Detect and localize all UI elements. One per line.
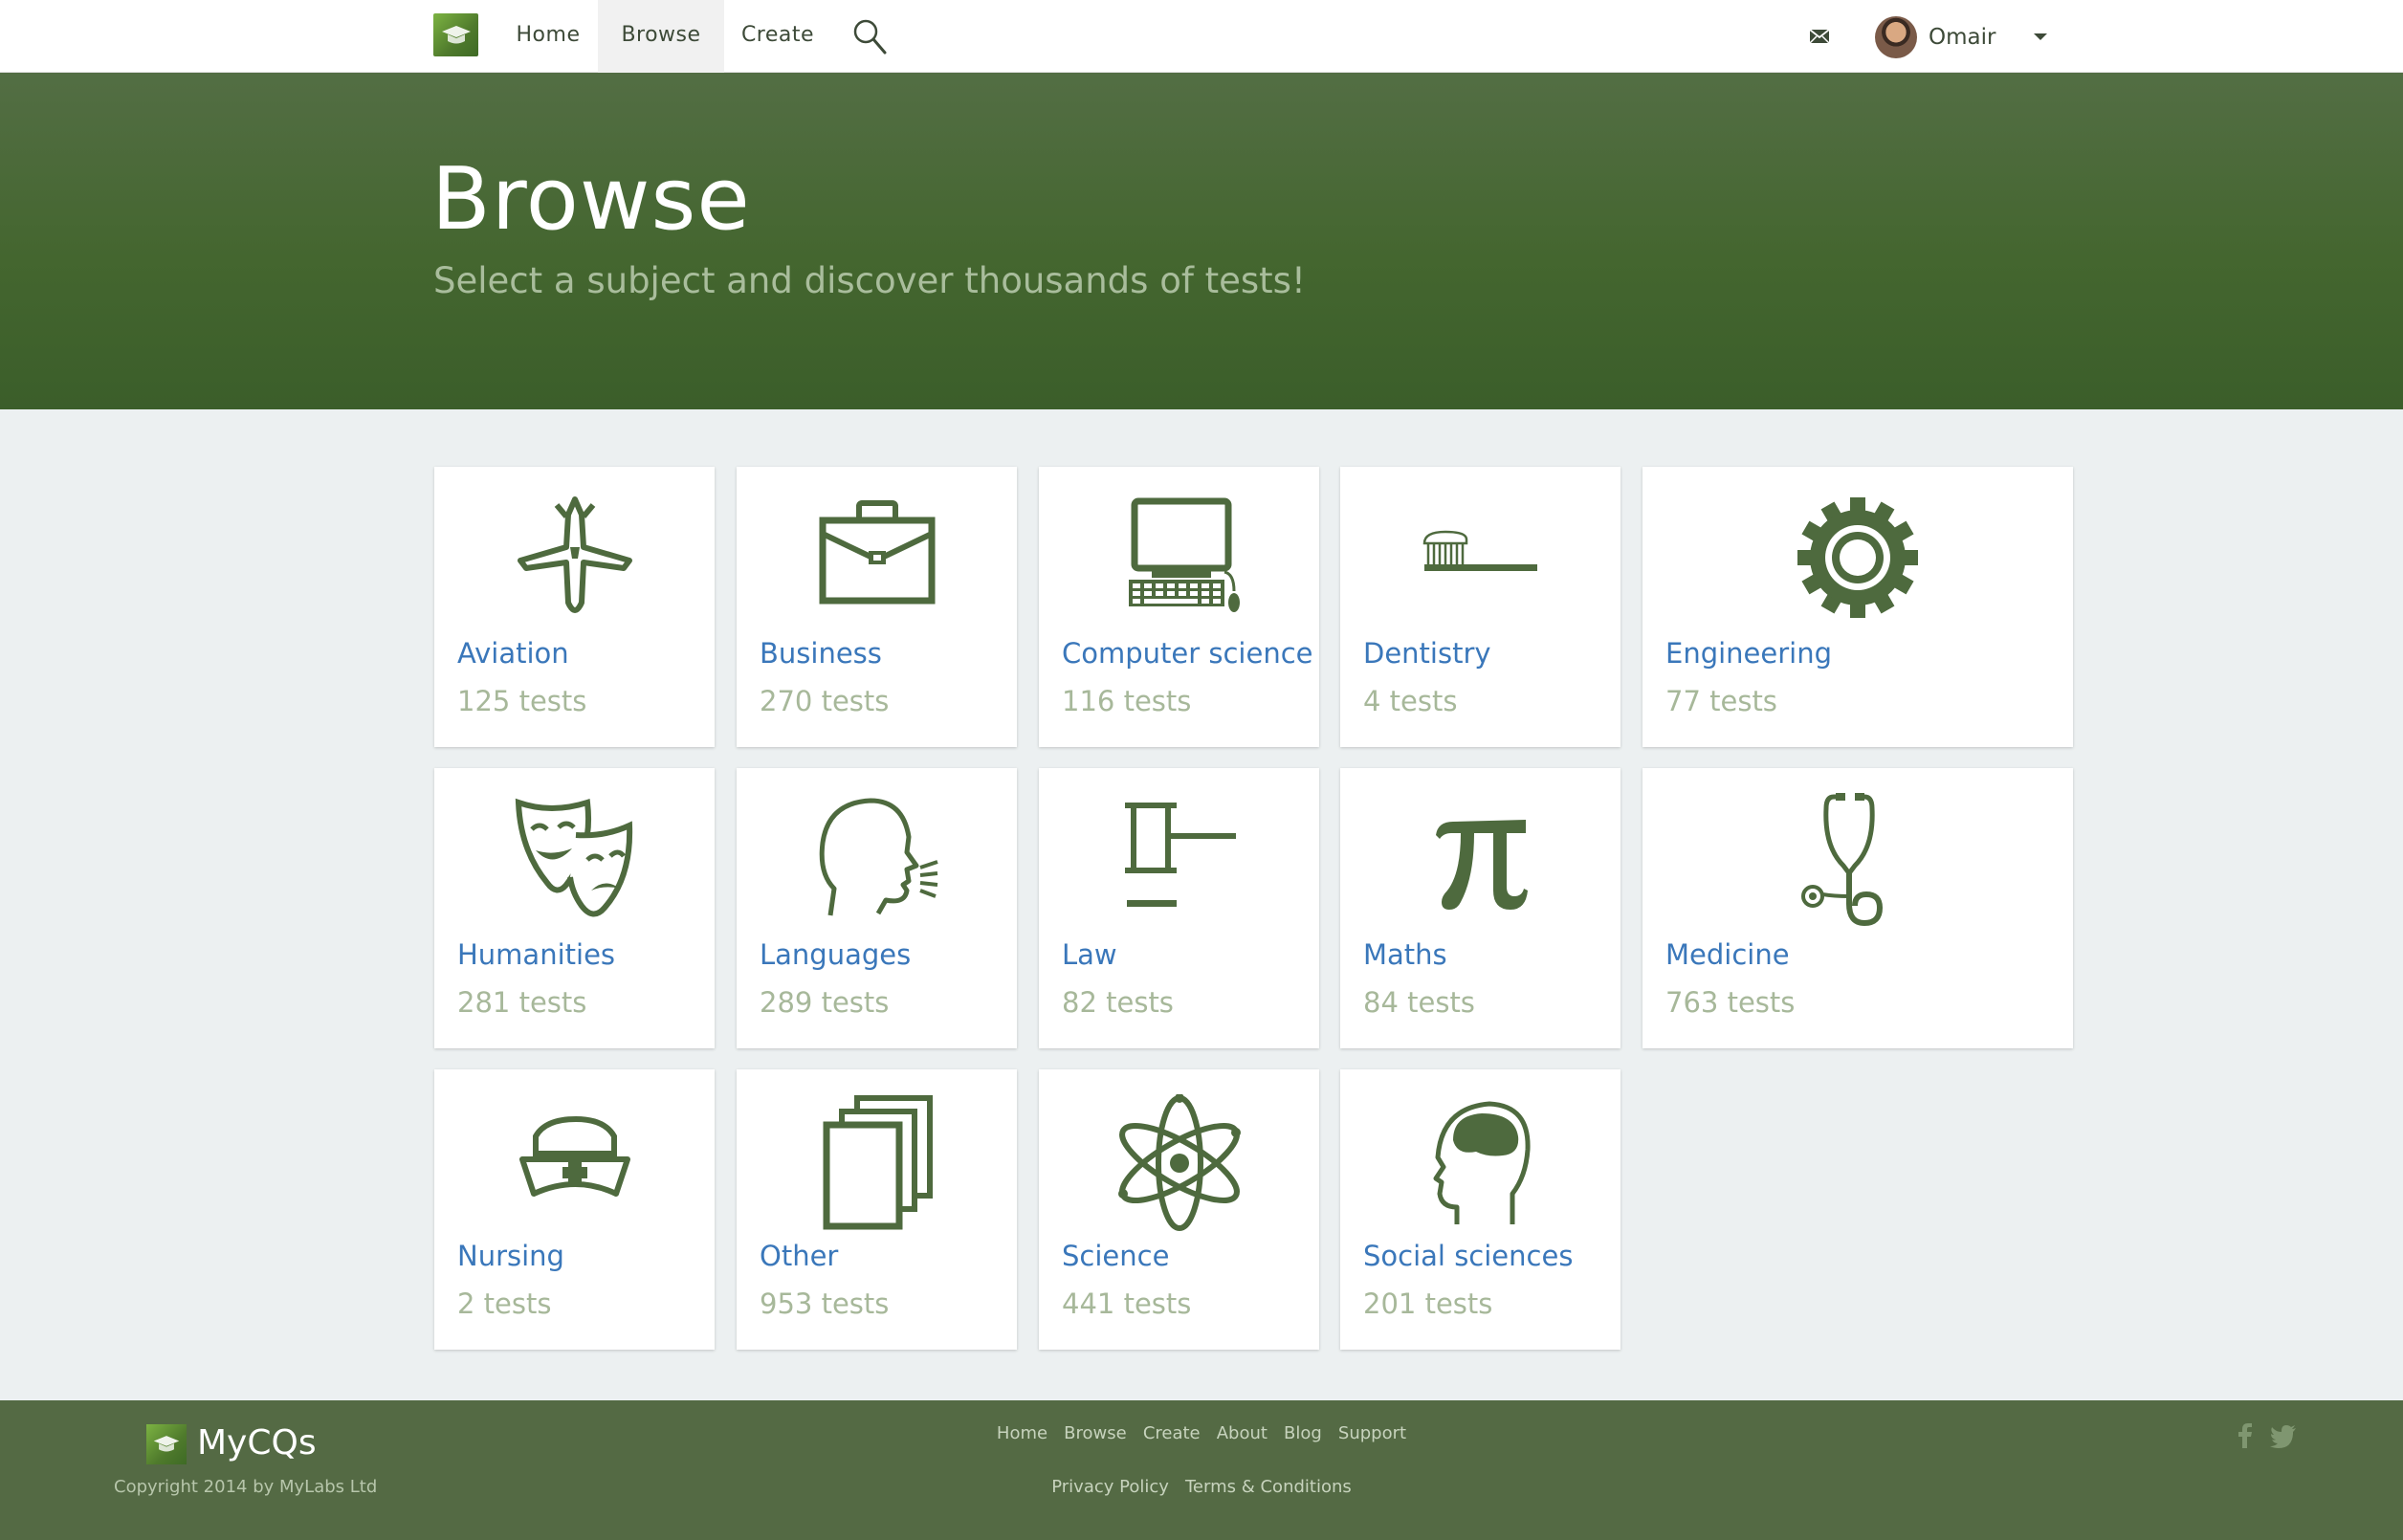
subject-test-count: 4 tests [1363,685,1458,717]
airplane-icon [434,495,715,620]
footer-link-home[interactable]: Home [997,1423,1047,1443]
footer-link-browse[interactable]: Browse [1064,1423,1127,1443]
theater-masks-icon [434,797,715,921]
subject-test-count: 289 tests [760,986,890,1019]
subject-test-count: 763 tests [1665,986,1796,1019]
footer-nav: Home Browse Create About Blog Support [0,1423,2403,1443]
subject-name[interactable]: Business [760,637,882,670]
footer-link-support[interactable]: Support [1338,1423,1406,1443]
subject-test-count: 116 tests [1062,685,1192,717]
subject-tile-engineering[interactable]: Engineering 77 tests [1642,467,2073,747]
gear-icon [1642,495,2073,620]
footer-link-privacy[interactable]: Privacy Policy [1051,1477,1169,1497]
subject-tile-law[interactable]: Law 82 tests [1039,768,1319,1048]
subject-tile-dentistry[interactable]: Dentistry 4 tests [1340,467,1620,747]
subject-name[interactable]: Aviation [457,637,569,670]
subject-test-count: 441 tests [1062,1287,1192,1320]
subject-name[interactable]: Medicine [1665,938,1790,971]
footer-link-terms[interactable]: Terms & Conditions [1185,1477,1352,1497]
footer-legal: Privacy Policy Terms & Conditions [0,1477,2403,1497]
subject-name[interactable]: Humanities [457,938,615,971]
subject-name[interactable]: Nursing [457,1240,564,1272]
footer-link-create[interactable]: Create [1143,1423,1201,1443]
subject-test-count: 82 tests [1062,986,1174,1019]
nav-create-link[interactable]: Create [732,0,824,73]
subject-tile-science[interactable]: Science 441 tests [1039,1069,1319,1350]
hero-banner: Browse Select a subject and discover tho… [0,73,2403,409]
subject-tile-nursing[interactable]: Nursing 2 tests [434,1069,715,1350]
subject-name[interactable]: Engineering [1665,637,1832,670]
nav-browse-link[interactable]: Browse [598,0,724,73]
briefcase-icon [737,495,1017,620]
twitter-icon[interactable] [2269,1421,2298,1450]
subject-name[interactable]: Languages [760,938,911,971]
subject-tile-computer-science[interactable]: Computer science 116 tests [1039,467,1319,747]
subject-name[interactable]: Maths [1363,938,1447,971]
avatar[interactable] [1875,16,1917,58]
footer-link-about[interactable]: About [1217,1423,1268,1443]
subject-test-count: 953 tests [760,1287,890,1320]
subject-tile-humanities[interactable]: Humanities 281 tests [434,768,715,1048]
subject-name[interactable]: Science [1062,1240,1169,1272]
subject-tile-languages[interactable]: Languages 289 tests [737,768,1017,1048]
stethoscope-icon [1642,791,2073,927]
subject-name[interactable]: Dentistry [1363,637,1491,670]
subject-tile-aviation[interactable]: Aviation 125 tests [434,467,715,747]
subject-name[interactable]: Other [760,1240,838,1272]
chevron-down-icon[interactable] [2034,33,2047,40]
mail-icon[interactable] [1808,27,1831,46]
nurse-cap-icon [434,1098,715,1222]
pi-icon [1340,797,1620,921]
footer-link-blog[interactable]: Blog [1284,1423,1322,1443]
subject-tile-business[interactable]: Business 270 tests [737,467,1017,747]
logo-icon[interactable] [433,13,478,56]
subject-test-count: 84 tests [1363,986,1475,1019]
subject-test-count: 270 tests [760,685,890,717]
search-icon[interactable] [851,17,890,55]
footer: MyCQs Copyright 2014 by MyLabs Ltd Home … [0,1400,2403,1540]
gavel-icon [1039,797,1319,921]
documents-icon [737,1094,1017,1230]
subject-name[interactable]: Law [1062,938,1117,971]
subject-name[interactable]: Social sciences [1363,1240,1573,1272]
subject-test-count: 77 tests [1665,685,1777,717]
subject-name[interactable]: Computer science [1062,637,1313,670]
subject-tile-medicine[interactable]: Medicine 763 tests [1642,768,2073,1048]
nav-home-link[interactable]: Home [505,0,591,73]
brain-head-icon [1340,1094,1620,1224]
speaking-head-icon [737,797,1017,921]
subject-tile-other[interactable]: Other 953 tests [737,1069,1017,1350]
user-name[interactable]: Omair [1929,0,1995,75]
toothbrush-icon [1340,495,1620,620]
page-title: Browse [431,149,751,250]
subject-tile-social-sciences[interactable]: Social sciences 201 tests [1340,1069,1620,1350]
subject-test-count: 2 tests [457,1287,552,1320]
subject-test-count: 125 tests [457,685,587,717]
top-navbar: Home Browse Create Omair [0,0,2403,73]
subject-tile-maths[interactable]: Maths 84 tests [1340,768,1620,1048]
subject-test-count: 201 tests [1363,1287,1493,1320]
atom-icon [1039,1094,1319,1231]
page-subtitle: Select a subject and discover thousands … [433,260,1306,301]
facebook-icon[interactable] [2231,1421,2260,1450]
subject-test-count: 281 tests [457,986,587,1019]
computer-icon [1039,495,1319,620]
